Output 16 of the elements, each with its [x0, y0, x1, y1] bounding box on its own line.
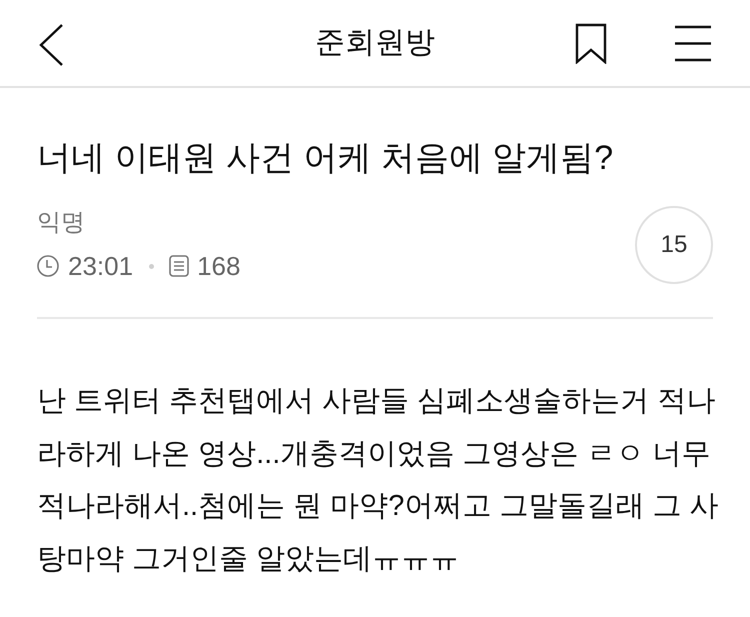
- menu-button[interactable]: [675, 25, 711, 62]
- back-button[interactable]: [38, 24, 64, 66]
- bookmark-icon: [575, 23, 607, 64]
- bookmark-button[interactable]: [575, 23, 607, 64]
- separator-dot-icon: [149, 264, 154, 268]
- back-icon: [38, 24, 64, 66]
- menu-icon: [675, 25, 711, 62]
- post-time: 23:01: [68, 250, 134, 282]
- document-icon: [169, 255, 190, 277]
- author-name: 익명: [37, 208, 86, 238]
- clock-icon: [37, 255, 59, 277]
- comment-count-button[interactable]: 15: [635, 206, 713, 284]
- post-body: 난 트위터 추천탭에서 사람들 심폐소생술하는거 적나라하게 나온 영상...개충격이었음 그영상은 ㄹㅇ 너무 적나라해서..첨에는 뭔 마약?어쩌고 그말돌길래 그 사탕마약 그거인줄 알았는데ㅠㅠㅠ: [37, 384, 720, 576]
- view-count: 168: [197, 250, 240, 282]
- board-title: 준회원방: [315, 25, 435, 61]
- post-title: 너네 이태원 사건 어케 처음에 알게됨?: [37, 138, 614, 178]
